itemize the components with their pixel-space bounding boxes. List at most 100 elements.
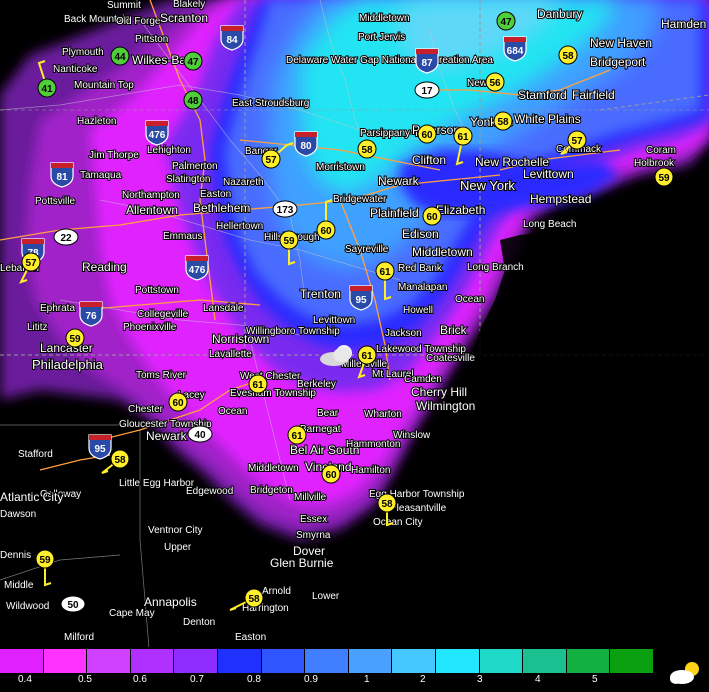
city-label: Howell — [403, 305, 433, 316]
legend-swatch — [0, 649, 44, 673]
highway-number: 173 — [277, 205, 294, 216]
us-route-shield: 173 — [272, 200, 298, 218]
highway-number: 95 — [94, 444, 106, 455]
interstate-shield: 684 — [503, 36, 527, 62]
city-label: New Haven — [590, 36, 652, 50]
station-marker: 48 — [183, 90, 203, 110]
station-value: 57 — [265, 155, 277, 166]
us-route-shield: 40 — [187, 425, 213, 443]
city-label: Dennis — [0, 550, 31, 561]
station-value: 60 — [426, 212, 438, 223]
city-label: Bridgeton — [250, 485, 293, 496]
legend-swatch — [348, 649, 393, 673]
city-label: Plymouth — [62, 47, 104, 58]
city-label: Lehighton — [147, 145, 191, 156]
legend-swatches — [0, 649, 654, 673]
station-value: 57 — [25, 258, 37, 269]
legend-label: 4 — [535, 674, 541, 685]
legend-label: 0.6 — [133, 674, 147, 685]
legend-swatch — [436, 649, 480, 673]
station-marker: 59 — [654, 167, 674, 187]
city-label: West Chester — [240, 371, 301, 382]
city-label: Long Branch — [467, 262, 524, 273]
city-label: Ocean — [218, 406, 247, 417]
station-marker: 59 — [65, 328, 85, 348]
station-marker: 60 — [168, 392, 188, 412]
legend-swatch — [305, 649, 349, 673]
station-marker: 58 — [493, 111, 513, 131]
interstate-shield: 81 — [50, 162, 74, 188]
legend-label: 1 — [364, 674, 370, 685]
city-label: Scranton — [160, 11, 208, 25]
us-route-shield: 17 — [414, 81, 440, 99]
city-label: Port Jervis — [358, 32, 405, 43]
city-label: New — [467, 78, 488, 89]
city-label: Levittown — [523, 167, 574, 181]
station-value: 41 — [41, 84, 53, 95]
city-label: Coram — [646, 145, 676, 156]
city-label: Phoenixville — [123, 322, 177, 333]
highway-number: 50 — [67, 600, 79, 611]
legend-swatch — [610, 649, 654, 673]
city-label: Levittown — [313, 315, 355, 326]
interstate-shield: 95 — [88, 434, 112, 460]
city-label: Bridgeport — [590, 55, 646, 69]
station-value: 59 — [39, 555, 51, 566]
station-marker: 58 — [357, 139, 377, 159]
city-label: Pittston — [135, 34, 168, 45]
station-value: 58 — [248, 594, 260, 605]
interstate-shield: 95 — [349, 285, 373, 311]
highway-number: 81 — [56, 172, 68, 183]
city-label: Lansdale — [203, 303, 244, 314]
city-label: Wilmington — [416, 399, 475, 413]
highway-number: 80 — [300, 141, 312, 152]
station-value: 59 — [283, 236, 295, 247]
city-label: Middle — [4, 580, 34, 591]
highway-number: 84 — [226, 35, 238, 46]
city-label: Wildwood — [6, 601, 49, 612]
highway-number: 22 — [60, 233, 72, 244]
station-value: 58 — [562, 51, 574, 62]
city-label: Wharton — [364, 409, 402, 420]
city-label: Smyrna — [296, 530, 331, 541]
city-label: Pottstown — [135, 285, 179, 296]
city-label: Edison — [402, 227, 439, 241]
city-label: Stamford — [518, 88, 567, 102]
city-label: Bethlehem — [193, 201, 250, 215]
station-value: 57 — [571, 136, 583, 147]
city-label: Upper — [164, 542, 192, 553]
legend-swatch — [523, 649, 567, 673]
highway-number: 476 — [149, 130, 166, 141]
interstate-shield: 76 — [79, 301, 103, 327]
station-marker: 60 — [422, 206, 442, 226]
city-label: Lower — [312, 591, 340, 602]
city-label: Toms River — [136, 370, 187, 381]
legend-swatch — [43, 649, 88, 673]
weather-logo-icon — [668, 657, 702, 687]
station-value: 60 — [325, 470, 337, 481]
city-label: Danbury — [537, 7, 582, 21]
station-value: 61 — [252, 380, 264, 391]
us-route-shield: 22 — [53, 228, 79, 246]
city-label: Norristown — [212, 332, 269, 346]
city-label: Trenton — [300, 287, 341, 301]
precipitation-map: BlakelyBack MountainOld Forge ScrantonSum… — [0, 0, 709, 689]
city-label: Ocean — [455, 294, 484, 305]
city-label: Easton — [235, 632, 266, 643]
station-value: 58 — [114, 455, 126, 466]
city-label: Mountain Top — [74, 80, 134, 91]
city-label: Jackson — [385, 328, 422, 339]
station-value: 48 — [187, 96, 199, 107]
legend-swatch — [479, 649, 524, 673]
city-label: Delaware Water Gap National Recreation A… — [286, 55, 493, 66]
legend-labels: 0.4 0.5 0.6 0.7 0.8 0.9 1 2 3 4 5 — [0, 674, 654, 688]
city-label: Bridgewater — [333, 194, 387, 205]
us-route-shield: 50 — [60, 595, 86, 613]
city-label: Hamilton — [351, 465, 390, 476]
city-label: East Stroudsburg — [232, 98, 309, 109]
city-label: Lititz — [27, 322, 48, 333]
station-value: 61 — [291, 431, 303, 442]
city-label: Ocean City — [373, 517, 422, 528]
city-label: Hazleton — [77, 116, 116, 127]
legend-label: 0.4 — [18, 674, 32, 685]
